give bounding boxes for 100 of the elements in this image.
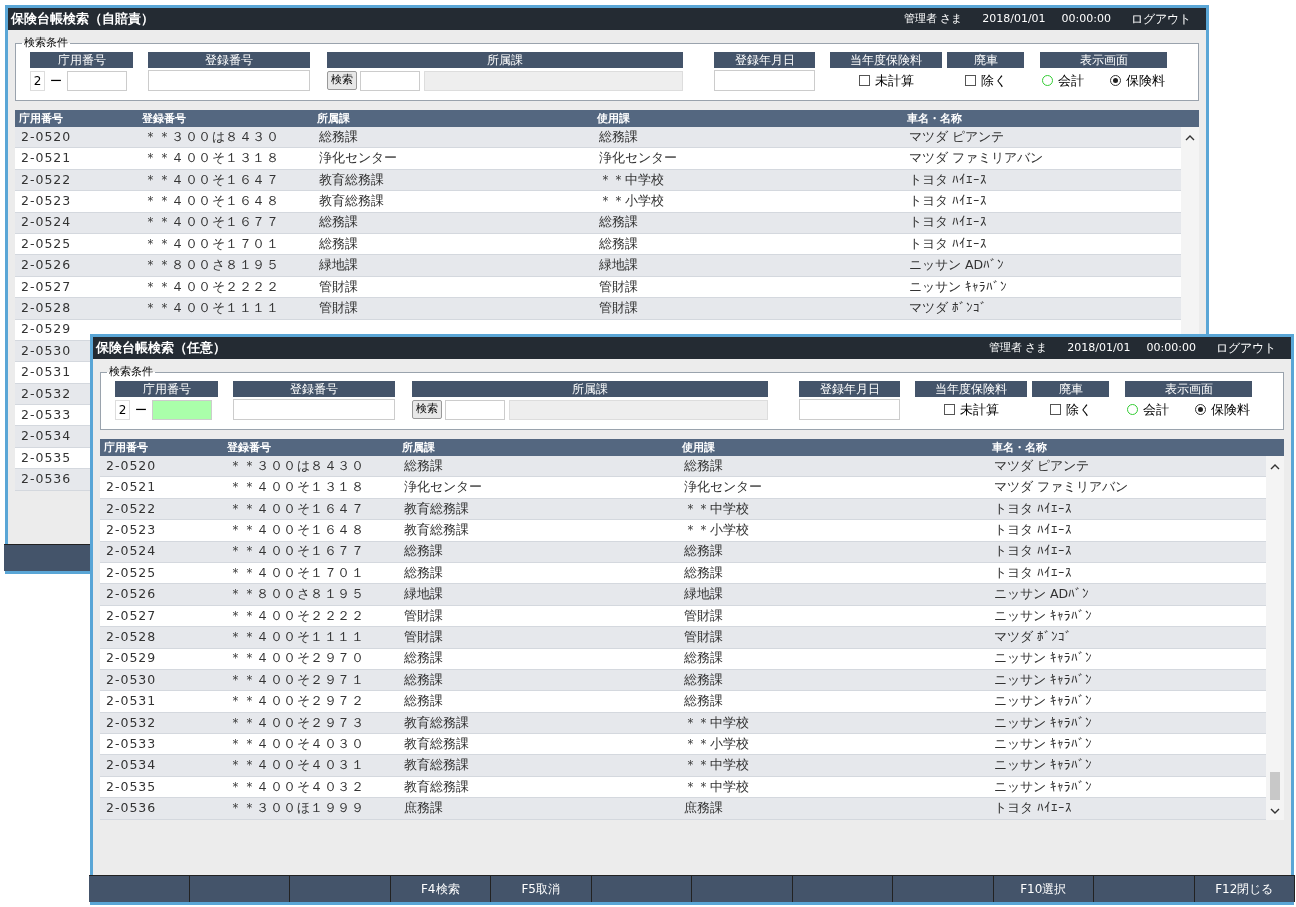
text-input[interactable] — [148, 70, 310, 91]
scrollbar-thumb[interactable] — [1270, 771, 1280, 800]
table-cell: ＊＊３００は８４３０ — [229, 457, 364, 473]
table-cell: トヨタ ﾊｲｴｰｽ — [994, 522, 1072, 537]
search-button[interactable]: 検索 — [412, 400, 442, 419]
table-cell: 総務課 — [599, 235, 638, 251]
name-input[interactable] — [509, 399, 768, 420]
column-header: 登録番号 — [227, 441, 271, 454]
table-cell: 2-0535 — [106, 778, 157, 794]
table-cell: 2-0536 — [21, 471, 72, 487]
table-cell: ＊＊８００さ８１９５ — [229, 586, 364, 602]
number-input[interactable] — [67, 70, 127, 91]
table-cell: 2-0526 — [21, 257, 72, 273]
scroll-up-icon[interactable] — [1185, 135, 1195, 141]
table-cell: ニッサン ｷｬﾗﾊﾞﾝ — [994, 778, 1092, 794]
legend-text: 検索条件 — [23, 35, 69, 51]
table-cell: ニッサン ｷｬﾗﾊﾞﾝ — [909, 278, 1007, 294]
logout-link[interactable]: ログアウト — [1131, 10, 1191, 28]
table-cell: 2-0524 — [106, 543, 157, 559]
table-cell: 緑地課 — [319, 257, 358, 273]
search-button[interactable]: 検索 — [327, 71, 357, 90]
text-input[interactable] — [233, 399, 395, 420]
table-cell: ＊＊４００そ１６４７ — [144, 171, 279, 187]
table-cell: 2-0534 — [21, 428, 72, 444]
table-cell: 2-0529 — [106, 650, 157, 666]
table-cell: トヨタ ﾊｲｴｰｽ — [994, 543, 1072, 559]
table-cell: 総務課 — [404, 671, 443, 687]
scroll-down-icon[interactable] — [1270, 807, 1280, 814]
checkbox[interactable] — [943, 404, 955, 415]
table-cell: ＊＊４００そ１７０１ — [229, 564, 364, 580]
function-key[interactable]: F12閉じる — [1215, 880, 1274, 898]
checkbox[interactable] — [858, 75, 870, 86]
column-header: 使用課 — [682, 441, 715, 454]
table-cell: 2-0536 — [106, 800, 157, 816]
table-cell: 2-0527 — [106, 607, 157, 623]
function-key[interactable]: F4検索 — [420, 880, 460, 898]
field-header: 廃車 — [947, 51, 1024, 68]
table-cell: ニッサン ｷｬﾗﾊﾞﾝ — [994, 693, 1092, 709]
table-cell: マツダ ファミリアバン — [909, 150, 1043, 166]
table-cell: 総務課 — [319, 128, 358, 144]
column-header: 庁用番号 — [104, 441, 148, 454]
table-cell: 総務課 — [404, 650, 443, 666]
table-cell: ＊＊４００そ１３１８ — [229, 479, 364, 495]
table-cell: 管財課 — [404, 628, 443, 644]
radio-button[interactable] — [1127, 404, 1138, 415]
field-header: 登録番号 — [148, 51, 310, 68]
window-title: 保険台帳検索（自賠責） — [11, 10, 154, 29]
name-input[interactable] — [424, 70, 683, 91]
table-cell: 管財課 — [404, 607, 443, 623]
table-cell: 2-0534 — [106, 757, 157, 773]
field-header: 当年度保険料 — [830, 51, 942, 68]
table-cell: マツダ ファミリアバン — [994, 479, 1128, 495]
field-header: 所属課 — [327, 51, 683, 68]
table-cell: 総務課 — [599, 128, 638, 144]
table-cell: ＊＊４００そ２９７２ — [229, 693, 364, 709]
user-name: 管理者 さま — [903, 10, 963, 27]
table-cell: 浄化センター — [599, 150, 677, 166]
date-text: 2018/01/01 — [982, 10, 1046, 27]
date-input[interactable] — [799, 399, 900, 420]
field-header: 登録年月日 — [799, 380, 900, 397]
field-header: 廃車 — [1032, 380, 1109, 397]
table-cell: 2-0531 — [106, 693, 157, 709]
checkbox-label: 未計算 — [959, 400, 999, 419]
scroll-up-icon[interactable] — [1270, 464, 1280, 470]
checkbox[interactable] — [964, 75, 976, 86]
table-cell: ＊＊小学校 — [599, 193, 664, 208]
number-input[interactable] — [152, 399, 212, 420]
table-cell: 2-0530 — [106, 671, 157, 687]
function-key[interactable]: F5取消 — [521, 880, 560, 898]
checkbox[interactable] — [1049, 404, 1061, 415]
table-cell: ＊＊中学校 — [684, 778, 749, 794]
table-cell: 教育総務課 — [319, 193, 384, 208]
table-cell: トヨタ ﾊｲｴｰｽ — [909, 193, 987, 208]
code-input[interactable] — [360, 70, 420, 91]
legend-text: 検索条件 — [108, 364, 154, 380]
table-cell: ＊＊４００そ２２２２ — [144, 278, 279, 294]
logout-link[interactable]: ログアウト — [1216, 339, 1276, 357]
table-cell: 2-0527 — [21, 278, 72, 294]
field-header: 所属課 — [412, 380, 768, 397]
radio-button[interactable] — [1042, 75, 1053, 86]
table-cell: トヨタ ﾊｲｴｰｽ — [909, 235, 987, 251]
radio-button[interactable] — [1195, 404, 1206, 415]
table-cell: ＊＊４００そ４０３１ — [229, 757, 364, 773]
function-key[interactable]: F10選択 — [1020, 880, 1067, 898]
table-cell: 総務課 — [684, 671, 723, 687]
table-cell: トヨタ ﾊｲｴｰｽ — [994, 564, 1072, 580]
table-cell: 2-0529 — [21, 321, 72, 337]
table-cell: 管財課 — [599, 299, 638, 315]
date-input[interactable] — [714, 70, 815, 91]
table-cell: ＊＊４００そ２９７３ — [229, 714, 364, 730]
date-text: 2018/01/01 — [1067, 339, 1131, 356]
checkbox-label: 未計算 — [874, 71, 914, 90]
table-cell: 管財課 — [684, 628, 723, 644]
table-cell: 総務課 — [404, 457, 443, 473]
table-cell: 総務課 — [684, 564, 723, 580]
radio-label: 保険料 — [1211, 400, 1250, 419]
code-input[interactable] — [445, 399, 505, 420]
radio-button[interactable] — [1110, 75, 1121, 86]
table-cell: 教育総務課 — [404, 757, 469, 773]
table-cell: 2-0522 — [21, 171, 72, 187]
